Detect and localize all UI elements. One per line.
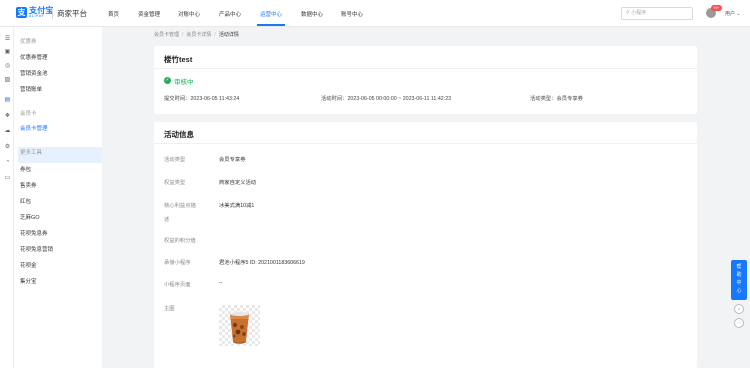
nav-account[interactable]: 账号中心 xyxy=(341,10,363,18)
info-label: 活动类型 xyxy=(164,157,186,163)
logo-divider xyxy=(52,8,53,19)
notification-badge: 99+ xyxy=(711,5,722,11)
activity-summary-card: 楼竹test ✓ 审核中 提交时间：2023-06-05 11:43:24 活动… xyxy=(154,46,697,114)
top-nav-bar: 支 支付宝 ALIPAY 商家平台 首页 资金管理 对账中心 产品中心 运营中心… xyxy=(0,0,750,27)
info-value: 君池小程序5 ID: 2021001183606619 xyxy=(219,260,305,266)
sidebar-section-member: 会员卡 xyxy=(20,111,37,117)
help-char: 助 xyxy=(736,272,742,278)
coupon-icon[interactable]: ◎ xyxy=(4,63,11,70)
sidebar-item-zhima-go[interactable]: 芝麻GO xyxy=(20,213,40,221)
info-value: -- xyxy=(219,280,223,286)
main-image[interactable] xyxy=(219,305,260,346)
breadcrumb-item[interactable]: 会员卡管理 xyxy=(154,32,179,38)
help-char: 帮 xyxy=(736,264,742,270)
nav-active-indicator xyxy=(257,24,285,26)
user-name: 用户 xyxy=(725,11,736,17)
activity-time: 活动时间：2023-06-05 00:00:00 ~ 2023-06-11 11… xyxy=(321,96,452,102)
divider xyxy=(154,143,697,144)
help-char: 心 xyxy=(736,288,742,294)
search-icon: ⚲ xyxy=(626,10,630,16)
help-char: 中 xyxy=(736,280,742,286)
alipay-logo-icon[interactable]: 支 xyxy=(16,7,27,18)
search-input[interactable]: ⚲ 小程序 xyxy=(621,7,693,20)
sidebar-item-member-card[interactable]: 会员卡管理 xyxy=(20,124,48,132)
info-value: 商家自定义活动 xyxy=(219,180,257,186)
breadcrumb-item[interactable]: 会员卡详情 xyxy=(186,32,211,38)
cloud-icon[interactable]: ☁ xyxy=(4,128,11,135)
sidebar-item-marketing-pool[interactable]: 营销资金池 xyxy=(20,69,48,77)
iced-coffee-image xyxy=(230,312,249,344)
sidebar-section-coupon: 优惠券 xyxy=(20,39,37,45)
chat-icon[interactable]: ⋯ xyxy=(734,318,744,328)
sidebar-item-huabei-coupon[interactable]: 花呗免息券 xyxy=(20,229,48,237)
nav-products[interactable]: 产品中心 xyxy=(219,10,241,18)
info-section-title: 活动信息 xyxy=(164,130,194,139)
info-label: 承接小程序 xyxy=(164,260,191,266)
sidebar-item-huabei-marketing[interactable]: 花呗免息营销 xyxy=(20,245,53,253)
help-center-button[interactable]: 帮 助 中 心 xyxy=(731,260,747,300)
info-value: 冰美式满10减1 xyxy=(219,203,255,209)
info-label: 权益类型 xyxy=(164,180,186,186)
card-icon[interactable]: ▤ xyxy=(4,97,11,104)
sidebar-item-huabei-gold[interactable]: 花呗金 xyxy=(20,261,37,269)
nav-operations[interactable]: 运营中心 xyxy=(260,10,282,18)
breadcrumb: 会员卡管理 / 会员卡详情 / 活动详情 xyxy=(154,32,239,38)
platform-title: 商家平台 xyxy=(57,9,87,18)
sidebar-item-coupon-pack[interactable]: 券包 xyxy=(20,165,31,173)
chevron-down-icon: ⌄ xyxy=(736,11,741,17)
store-icon[interactable]: ▣ xyxy=(4,49,11,56)
info-value: 会员专享券 xyxy=(219,157,246,163)
chart-icon[interactable]: ▧ xyxy=(4,77,11,84)
info-label: 权益的积分值 xyxy=(164,238,196,244)
clock-icon[interactable]: ◔ xyxy=(4,159,11,166)
info-label: 核心利益点描 xyxy=(164,203,196,209)
activity-title: 楼竹test xyxy=(164,55,193,64)
nav-funds[interactable]: 资金管理 xyxy=(138,10,160,18)
breadcrumb-current: 活动详情 xyxy=(218,32,239,38)
nav-home[interactable]: 首页 xyxy=(108,10,119,18)
activity-type: 活动类型：会员专享券 xyxy=(530,96,583,102)
user-menu[interactable]: 用户 ⌄ xyxy=(725,10,741,17)
feedback-icon[interactable]: ☼ xyxy=(734,304,744,314)
sidebar-item-sell-coupon[interactable]: 售卖券 xyxy=(20,181,37,189)
divider xyxy=(154,68,697,69)
sidebar-item-red-packet[interactable]: 红包 xyxy=(20,197,31,205)
tool-icon[interactable]: ⚙ xyxy=(4,144,11,151)
left-icon-strip: ☰ ▣ ◎ ▧ ▤ ❖ ☁ ⚙ ◔ ▭ xyxy=(0,27,14,368)
activity-info-card: 活动信息 活动类型 会员专享券 权益类型 商家自定义活动 核心利益点描 述 冰美… xyxy=(154,122,697,368)
sidebar-item-points[interactable]: 集分宝 xyxy=(20,277,37,285)
info-label: 主图 xyxy=(164,306,175,312)
nav-reconcile[interactable]: 对账中心 xyxy=(178,10,200,18)
logo-subtext: ALIPAY xyxy=(29,14,45,18)
sidebar-item-coupon-manage[interactable]: 优惠券管理 xyxy=(20,53,48,61)
info-label-cont: 述 xyxy=(164,217,170,223)
gift-icon[interactable]: ❖ xyxy=(4,113,11,120)
search-placeholder: 小程序 xyxy=(631,10,647,16)
sidebar-section-more: 更多工具 xyxy=(20,150,43,156)
status-check-icon: ✓ xyxy=(164,77,171,84)
sidebar: 优惠券 优惠券管理 营销资金池 营销账单 会员卡 会员卡管理 更多工具 券包 售… xyxy=(14,27,102,368)
nav-data[interactable]: 数据中心 xyxy=(301,10,323,18)
sidebar-item-marketing-bill[interactable]: 营销账单 xyxy=(20,85,42,93)
document-icon[interactable]: ▭ xyxy=(4,175,11,182)
status-badge: 审核中 xyxy=(174,79,194,86)
info-label: 小程序页面 xyxy=(164,282,191,288)
menu-icon[interactable]: ☰ xyxy=(4,36,11,43)
submit-time: 提交时间：2023-06-05 11:43:24 xyxy=(164,96,240,102)
